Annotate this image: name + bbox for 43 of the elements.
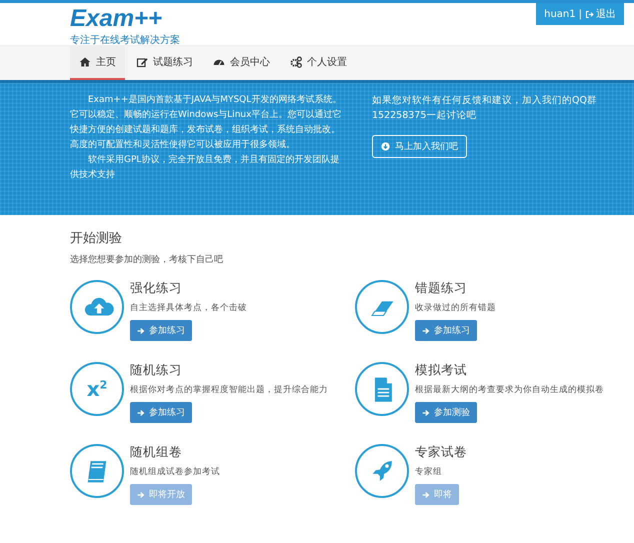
arrow-down-circle-icon <box>381 142 390 151</box>
user-name[interactable]: huan1 <box>544 8 576 20</box>
nav-tab[interactable]: 个人设置 <box>281 46 356 80</box>
separator: | <box>578 8 582 20</box>
card-description: 根据最新大纲的考查要求为你自动生成的模拟卷 <box>415 384 604 396</box>
card-title: 强化练习 <box>130 280 183 297</box>
start-button[interactable]: 参加练习 <box>130 320 192 341</box>
card-title: 模拟考试 <box>415 362 468 379</box>
arrow-right-icon <box>422 490 430 498</box>
start-button[interactable]: 参加测验 <box>415 402 477 423</box>
arrow-right-icon <box>137 490 145 498</box>
gears-icon <box>290 56 302 68</box>
card-description: 自主选择具体考点，各个击破 <box>130 302 247 314</box>
start-button[interactable]: 参加练习 <box>415 320 477 341</box>
logout-link[interactable]: 退出 <box>585 7 616 21</box>
superscript-icon: x$^{2}$ <box>86 379 108 399</box>
card-title: 随机练习 <box>130 362 183 379</box>
contact-text: 如果您对软件有任何反馈和建议，加入我们的QQ群152258375一起讨论吧 <box>372 94 598 123</box>
section-subtitle: 选择您想要参加的测验，考核下自己吧 <box>70 254 224 266</box>
intro-paragraph: Exam++是国内首款基于JAVA与MYSQL开发的网络考试系统。它可以稳定、顺畅的运行在Windows与Linux平台上。您可以通过它快捷方便的创建试题和题库，发布试卷，组织考试，系统自动批改。高度的可配置性和灵活性使得它可以被应用于很多领域。 <box>70 94 342 152</box>
join-button[interactable]: 马上加入我们吧 <box>372 135 467 158</box>
nav-tab[interactable]: 会员中心 <box>204 46 279 80</box>
card-title: 随机组卷 <box>130 444 183 461</box>
arrow-right-icon <box>137 326 145 334</box>
card-title: 专家试卷 <box>415 444 467 461</box>
card-title: 错题练习 <box>415 280 468 297</box>
card-description: 收录做过的所有错题 <box>415 302 496 314</box>
logout-icon <box>585 10 594 18</box>
card-description: 专家组 <box>415 466 443 478</box>
nav-tab[interactable]: 试题练习 <box>127 46 202 80</box>
arrow-right-icon <box>422 408 430 416</box>
arrow-right-icon <box>137 408 145 416</box>
card-description: 根据你对考点的掌握程度智能出题，提升综合能力 <box>130 384 328 396</box>
arrow-right-icon <box>422 326 430 334</box>
home-icon <box>79 56 91 68</box>
nav-tab[interactable]: 主页 <box>70 46 125 80</box>
logo-title: Exam++ <box>70 7 164 31</box>
pencil-square-icon <box>136 56 148 68</box>
logo-subtitle: 专注于在线考试解决方案 <box>70 34 180 47</box>
start-button[interactable]: 参加练习 <box>130 402 192 423</box>
intro-paragraph: 软件采用GPL协议，完全开放且免费，并且有固定的开发团队提供技术支持 <box>70 154 340 182</box>
card-description: 随机组成试卷参加考试 <box>130 466 220 478</box>
section-title: 开始测验 <box>70 230 123 247</box>
